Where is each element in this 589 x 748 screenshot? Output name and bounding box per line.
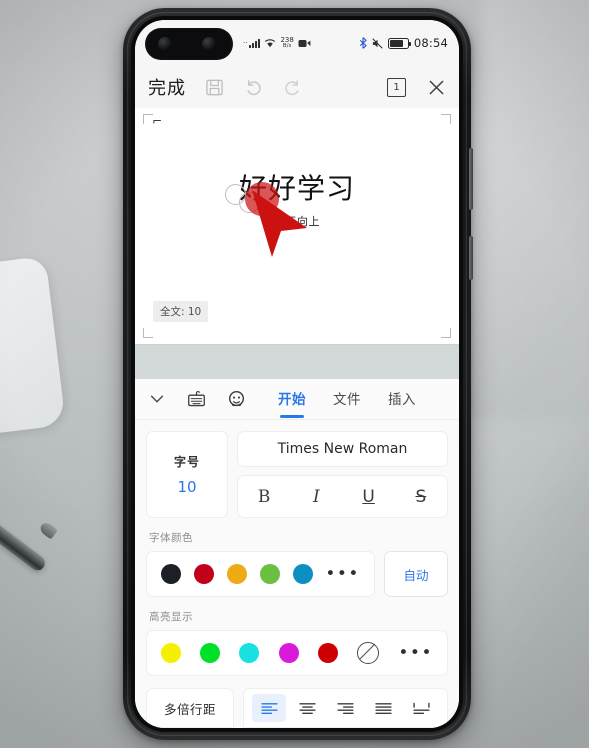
ribbon-panel: 字号 10 Times New Roman B I U S 字体颜色 ••• 自… [135,420,459,728]
camera-lens-2 [202,37,216,51]
font-color-swatch-yellow[interactable] [226,564,247,584]
save-icon[interactable] [205,78,224,97]
font-color-swatches: ••• [146,551,375,597]
red-cursor-arrow [252,190,307,257]
camera-lens-1 [158,37,172,51]
align-justify-button[interactable] [367,694,401,722]
emoji-button[interactable] [227,390,246,409]
underline-button[interactable]: U [346,487,392,507]
appbar-right: 1 [387,77,446,97]
page-count-badge[interactable]: 1 [387,77,406,97]
status-bar: ·· 238 B/s 08:54 [135,20,459,66]
font-color-auto-button[interactable]: 自动 [384,551,448,597]
keyboard-icon [188,390,205,406]
highlight-swatch-red[interactable] [317,643,338,663]
volume-button[interactable] [469,148,473,210]
paragraph-mark: ⌐ [152,114,163,128]
redo-icon[interactable] [283,78,302,97]
align-justify-icon [375,702,392,714]
network-speed-indicator: 238 B/s [280,36,293,50]
word-count-badge: 全文: 10 [153,301,209,322]
font-color-more-button[interactable]: ••• [325,566,360,583]
phone-screen: ·· 238 B/s 08:54 完成 1 ⌐ 好好学习 全文: 10 开始 文… [135,20,459,728]
strikethrough-button[interactable]: S [398,487,444,507]
appbar-icons [205,78,302,97]
font-name-select[interactable]: Times New Roman [237,431,448,467]
format-ribbon: 开始 文件 插入 字号 10 Times New Roman B I U S 字… [135,379,459,728]
page-corner-top-right [441,114,451,124]
keyboard-button[interactable] [187,390,206,409]
align-center-button[interactable] [290,694,324,722]
highlight-swatches: ••• [146,630,448,676]
font-size-value: 10 [177,478,197,496]
collapse-ribbon-button[interactable] [148,390,166,408]
alignment-group [243,688,448,728]
font-color-swatch-black[interactable] [161,564,181,584]
screenshot-root: ·· 238 B/s 08:54 完成 1 ⌐ 好好学习 全文: 10 开始 文… [0,0,589,748]
ribbon-tab-row: 开始 文件 插入 [135,379,459,420]
emoji-icon [228,390,245,406]
undo-icon[interactable] [244,78,263,97]
battery-icon [387,37,411,49]
highlight-more-button[interactable]: ••• [398,645,433,662]
bold-button[interactable]: B [241,487,287,507]
font-color-swatch-red[interactable] [193,564,214,584]
status-bar-left: ·· 238 B/s [243,20,311,66]
align-right-button[interactable] [328,694,362,722]
align-left-icon [260,702,278,714]
mute-icon [372,37,383,49]
network-speed-unit: B/s [282,42,292,49]
font-size-label: 字号 [173,455,200,469]
phone-device: ·· 238 B/s 08:54 完成 1 ⌐ 好好学习 全文: 10 开始 文… [123,8,473,740]
align-distribute-icon [413,702,430,714]
highlight-swatch-magenta[interactable] [278,643,299,663]
align-right-icon [337,702,354,714]
align-center-icon [299,702,316,714]
highlight-swatch-yellow[interactable] [161,643,181,663]
font-row: 字号 10 Times New Roman B I U S [146,431,448,518]
italic-button[interactable]: I [293,487,339,507]
close-icon[interactable] [427,78,446,97]
font-size-control[interactable]: 字号 10 [146,431,228,518]
font-color-label: 字体颜色 [149,532,193,544]
align-distribute-button[interactable] [405,694,439,722]
tab-start[interactable]: 开始 [278,388,306,411]
line-spacing-row: 多倍行距 [146,688,448,728]
highlight-swatch-green[interactable] [200,643,221,663]
document-canvas[interactable]: ⌐ 好好学习 天天向上 全文: 10 [135,108,459,344]
page-corner-bottom-right [441,328,451,338]
wifi-icon [265,39,276,48]
document-ribbon-divider [135,344,459,379]
highlight-swatch-cyan[interactable] [239,643,260,663]
clock: 08:54 [413,36,448,50]
tab-insert[interactable]: 插入 [388,388,416,411]
text-format-group: B I U S [237,475,448,518]
dual-sim-icon: ·· [243,38,248,47]
font-color-row: ••• 自动 [146,551,448,597]
ribbon-tabs: 开始 文件 插入 [278,388,416,411]
done-button[interactable]: 完成 [148,74,186,100]
power-button[interactable] [469,236,473,280]
app-toolbar: 完成 1 [135,66,459,108]
no-color-icon[interactable] [357,642,380,664]
status-bar-right: 08:54 [359,20,448,66]
font-right-column: Times New Roman B I U S [237,431,448,518]
signal-strength-icon [249,38,261,48]
font-color-swatch-blue[interactable] [292,564,313,584]
font-color-swatch-green[interactable] [259,564,280,584]
align-left-button[interactable] [252,694,287,722]
tab-file[interactable]: 文件 [333,388,361,411]
punch-hole-camera [145,28,233,60]
line-spacing-button[interactable]: 多倍行距 [146,688,234,728]
chevron-down-icon [150,395,164,403]
bluetooth-icon [359,37,367,49]
page-corner-bottom-left [143,328,153,338]
highlight-label: 高亮显示 [149,611,193,623]
video-record-icon [298,39,311,47]
